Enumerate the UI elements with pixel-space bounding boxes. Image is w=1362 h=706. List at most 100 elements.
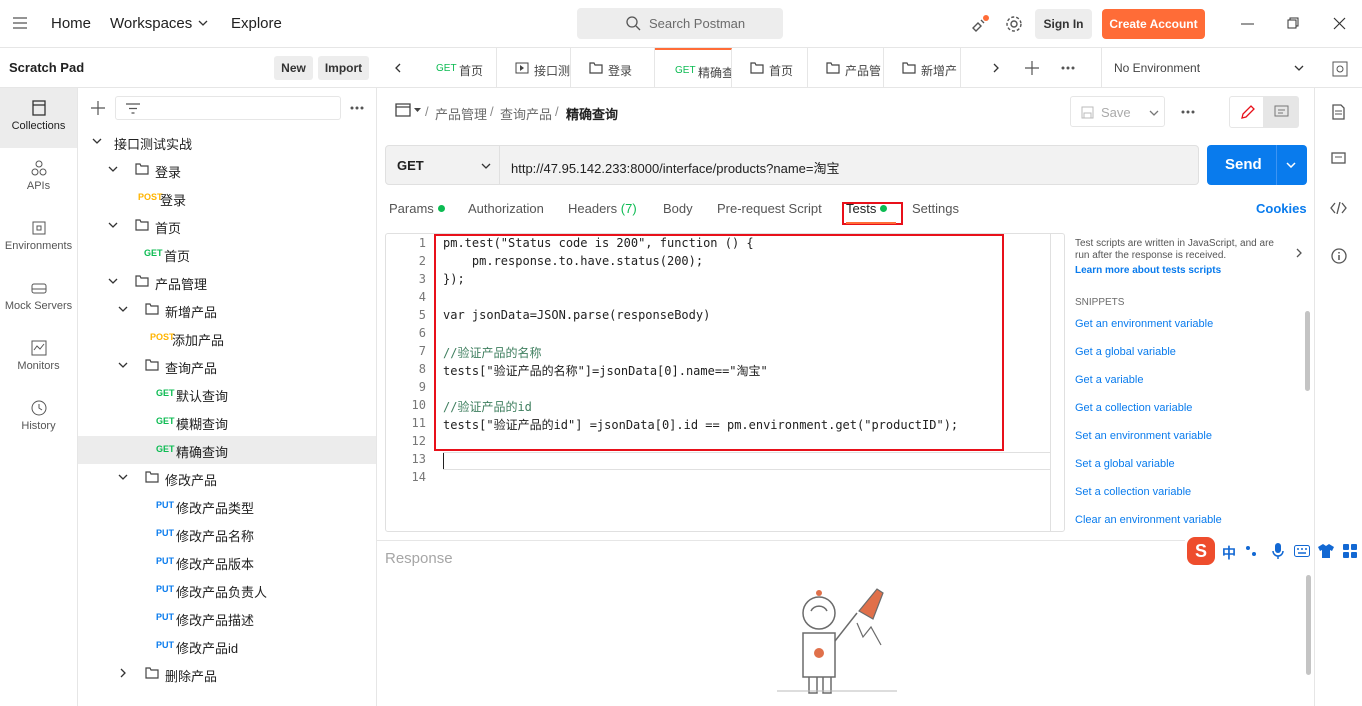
tree-folder-item[interactable]: 修改产品 <box>78 464 376 492</box>
search-input[interactable]: Search Postman <box>577 8 783 39</box>
tree-folder-item[interactable]: 删除产品 <box>78 660 376 688</box>
environment-select[interactable]: No Environment <box>1101 48 1313 88</box>
snippet-link[interactable]: Get a variable <box>1075 374 1143 386</box>
tree-request-item[interactable]: GET 精确查询 <box>78 436 376 464</box>
chevron-down-icon[interactable] <box>1286 162 1296 168</box>
add-icon[interactable] <box>91 101 105 115</box>
gear-icon[interactable] <box>1005 15 1023 33</box>
chevron-down-icon[interactable] <box>108 276 118 286</box>
save-button[interactable]: Save <box>1070 96 1165 127</box>
tree-request-item[interactable]: PUT 修改产品名称 <box>78 520 376 548</box>
tests-script-editor[interactable]: 1 pm.test("Status code is 200", function … <box>385 233 1065 532</box>
learn-more-link[interactable]: Learn more about tests scripts <box>1075 265 1221 276</box>
tab-headers[interactable]: Headers (7) <box>568 201 637 216</box>
microphone-icon[interactable] <box>1272 543 1284 559</box>
environment-quick-look-icon[interactable] <box>1332 61 1348 77</box>
restore-icon[interactable] <box>1287 17 1299 29</box>
explore-link[interactable]: Explore <box>231 15 282 32</box>
chevron-down-icon[interactable] <box>92 136 102 146</box>
more-options-icon[interactable] <box>1061 66 1075 70</box>
snippet-link[interactable]: Set an environment variable <box>1075 430 1212 442</box>
tree-folder-item[interactable]: 登录 <box>78 156 376 184</box>
satellite-icon[interactable] <box>970 14 990 34</box>
import-button[interactable]: Import <box>318 56 369 80</box>
close-icon[interactable] <box>1333 17 1346 30</box>
more-options-icon[interactable] <box>1181 110 1195 114</box>
breadcrumb-subfolder[interactable]: 查询产品 <box>500 104 552 123</box>
send-button[interactable]: Send <box>1207 145 1307 185</box>
edit-button[interactable] <box>1229 96 1264 128</box>
snippet-link[interactable]: Set a collection variable <box>1075 486 1191 498</box>
sidebar-item-environments[interactable]: Environments <box>0 208 77 268</box>
tab-settings[interactable]: Settings <box>912 201 959 216</box>
tree-request-item[interactable]: GET 默认查询 <box>78 380 376 408</box>
keyboard-icon[interactable] <box>1294 545 1310 557</box>
tab-pre-request-script[interactable]: Pre-request Script <box>717 201 822 216</box>
cookies-link[interactable]: Cookies <box>1256 201 1307 216</box>
sidebar-item-collections[interactable]: Collections <box>0 88 77 148</box>
sign-in-button[interactable]: Sign In <box>1035 9 1092 39</box>
url-input[interactable]: http://47.95.142.233:8000/interface/prod… <box>500 145 1199 185</box>
create-account-button[interactable]: Create Account <box>1102 9 1205 39</box>
sogou-logo-icon[interactable]: S <box>1187 537 1215 565</box>
chevron-down-icon[interactable] <box>118 304 128 314</box>
sidebar-item-apis[interactable]: APIs <box>0 148 77 208</box>
more-options-icon[interactable] <box>350 106 364 110</box>
tree-request-item[interactable]: POST 添加产品 <box>78 324 376 352</box>
workspaces-menu[interactable]: Workspaces <box>110 15 192 32</box>
tree-folder-item[interactable]: 新增产品 <box>78 296 376 324</box>
sidebar-item-mock-servers[interactable]: Mock Servers <box>0 268 77 328</box>
request-tab[interactable]: 首页 <box>732 48 808 88</box>
tab-body[interactable]: Body <box>663 201 693 216</box>
punctuation-icon[interactable] <box>1245 544 1259 558</box>
snippet-link[interactable]: Set a global variable <box>1075 458 1175 470</box>
tree-request-item[interactable]: PUT 修改产品负责人 <box>78 576 376 604</box>
code-icon[interactable] <box>1330 202 1347 214</box>
request-tab[interactable]: 登录 <box>571 48 655 88</box>
snippet-link[interactable]: Get a global variable <box>1075 346 1176 358</box>
tree-request-item[interactable]: GET 模糊查询 <box>78 408 376 436</box>
response-scrollbar[interactable] <box>1306 575 1311 675</box>
editor-scrollbar[interactable] <box>1050 234 1064 531</box>
tab-params[interactable]: Params <box>389 201 445 216</box>
chevron-down-icon[interactable] <box>108 164 118 174</box>
caret-down-icon[interactable] <box>414 108 421 112</box>
info-icon[interactable] <box>1331 248 1347 264</box>
sidebar-item-monitors[interactable]: Monitors <box>0 328 77 388</box>
snippets-scrollbar[interactable] <box>1305 311 1310 391</box>
chevron-down-icon[interactable] <box>108 220 118 230</box>
request-tab[interactable]: 产品管 <box>808 48 884 88</box>
snippet-link[interactable]: Get a collection variable <box>1075 402 1192 414</box>
tree-request-item[interactable]: PUT 修改产品id <box>78 632 376 660</box>
documentation-button[interactable] <box>1264 96 1299 128</box>
chevron-right-icon[interactable] <box>1296 248 1302 258</box>
chevron-down-icon[interactable] <box>118 360 128 370</box>
request-tab[interactable]: GET 首页 <box>416 48 497 88</box>
menu-icon[interactable] <box>13 17 27 29</box>
tab-authorization[interactable]: Authorization <box>468 201 544 216</box>
chevron-right-icon[interactable] <box>993 63 999 73</box>
chevron-down-icon[interactable] <box>118 472 128 482</box>
new-tab-icon[interactable] <box>1025 61 1039 75</box>
tree-request-item[interactable]: PUT 修改产品版本 <box>78 548 376 576</box>
tree-folder-item[interactable]: 查询产品 <box>78 352 376 380</box>
sidebar-item-history[interactable]: History <box>0 388 77 448</box>
tree-folder-item[interactable]: 产品管理 <box>78 268 376 296</box>
method-select[interactable]: GET <box>385 145 500 185</box>
snippet-link[interactable]: Clear an environment variable <box>1075 514 1222 526</box>
request-tab[interactable]: 新增产 <box>884 48 961 88</box>
comments-icon[interactable] <box>1331 152 1346 166</box>
tree-request-item[interactable]: PUT 修改产品类型 <box>78 492 376 520</box>
breadcrumb-folder[interactable]: 产品管理 <box>435 104 487 123</box>
request-tab[interactable]: 接口测 <box>497 48 571 88</box>
ime-language-toggle[interactable]: 中 <box>1222 543 1236 563</box>
chevron-right-icon[interactable] <box>118 668 128 678</box>
snippet-link[interactable]: Get an environment variable <box>1075 318 1213 330</box>
tree-request-item[interactable]: PUT 修改产品描述 <box>78 604 376 632</box>
home-link[interactable]: Home <box>51 15 91 32</box>
chevron-left-icon[interactable] <box>395 63 401 73</box>
minimize-icon[interactable] <box>1241 23 1254 25</box>
tree-folder-item[interactable]: 首页 <box>78 212 376 240</box>
request-tab[interactable]: GET 精确查 <box>655 48 732 88</box>
new-button[interactable]: New <box>274 56 313 80</box>
